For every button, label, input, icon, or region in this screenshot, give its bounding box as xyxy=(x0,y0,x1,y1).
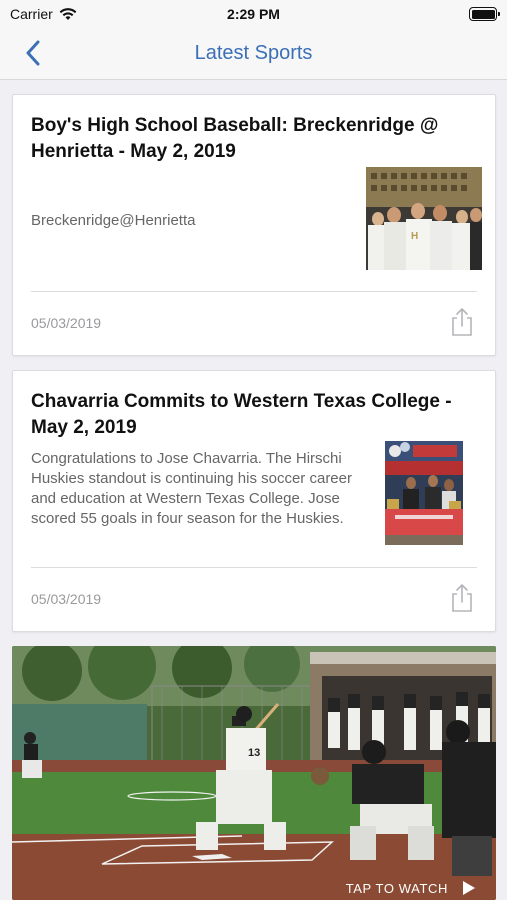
carrier-label: Carrier xyxy=(10,6,53,22)
share-icon xyxy=(452,584,472,612)
article-thumbnail: H xyxy=(366,167,482,270)
article-title: Chavarria Commits to Western Texas Colle… xyxy=(31,391,452,438)
video-card[interactable]: 13 TAP TO WATCH xyxy=(12,646,496,900)
svg-text:13: 13 xyxy=(248,747,260,759)
card-divider xyxy=(31,291,477,292)
page-title: Latest Sports xyxy=(194,42,313,64)
article-card[interactable]: Boy's High School Baseball: Breckenridge… xyxy=(12,94,496,356)
nav-bar: Latest Sports xyxy=(0,28,507,80)
article-card[interactable]: Chavarria Commits to Western Texas Colle… xyxy=(12,370,496,632)
tap-to-watch-label: TAP TO WATCH xyxy=(345,880,448,896)
article-date: 05/03/2019 xyxy=(31,315,102,331)
article-title: Boy's High School Baseball: Breckenridge… xyxy=(31,115,439,162)
battery-icon xyxy=(469,7,500,21)
share-icon xyxy=(452,308,472,336)
battery-level xyxy=(471,9,495,19)
signing-ceremony-photo xyxy=(385,441,463,545)
article-thumbnail xyxy=(385,441,463,545)
share-button[interactable] xyxy=(449,583,475,613)
tap-to-watch-button[interactable]: TAP TO WATCH xyxy=(346,880,476,896)
status-bar: Carrier 2:29 PM xyxy=(0,0,507,28)
svg-text:H: H xyxy=(411,231,418,242)
share-button[interactable] xyxy=(449,307,475,337)
status-left: Carrier xyxy=(10,6,77,22)
article-summary: Congratulations to Jose Chavarria. The H… xyxy=(31,450,352,527)
wifi-icon xyxy=(59,8,77,20)
article-date: 05/03/2019 xyxy=(31,591,102,607)
baseball-batter-video-frame: 13 xyxy=(12,646,496,900)
baseball-team-photo: H xyxy=(366,167,482,270)
article-list: Boy's High School Baseball: Breckenridge… xyxy=(0,80,507,900)
play-icon xyxy=(463,881,475,895)
article-summary: Breckenridge@Henrietta xyxy=(31,212,196,229)
card-divider xyxy=(31,567,477,568)
